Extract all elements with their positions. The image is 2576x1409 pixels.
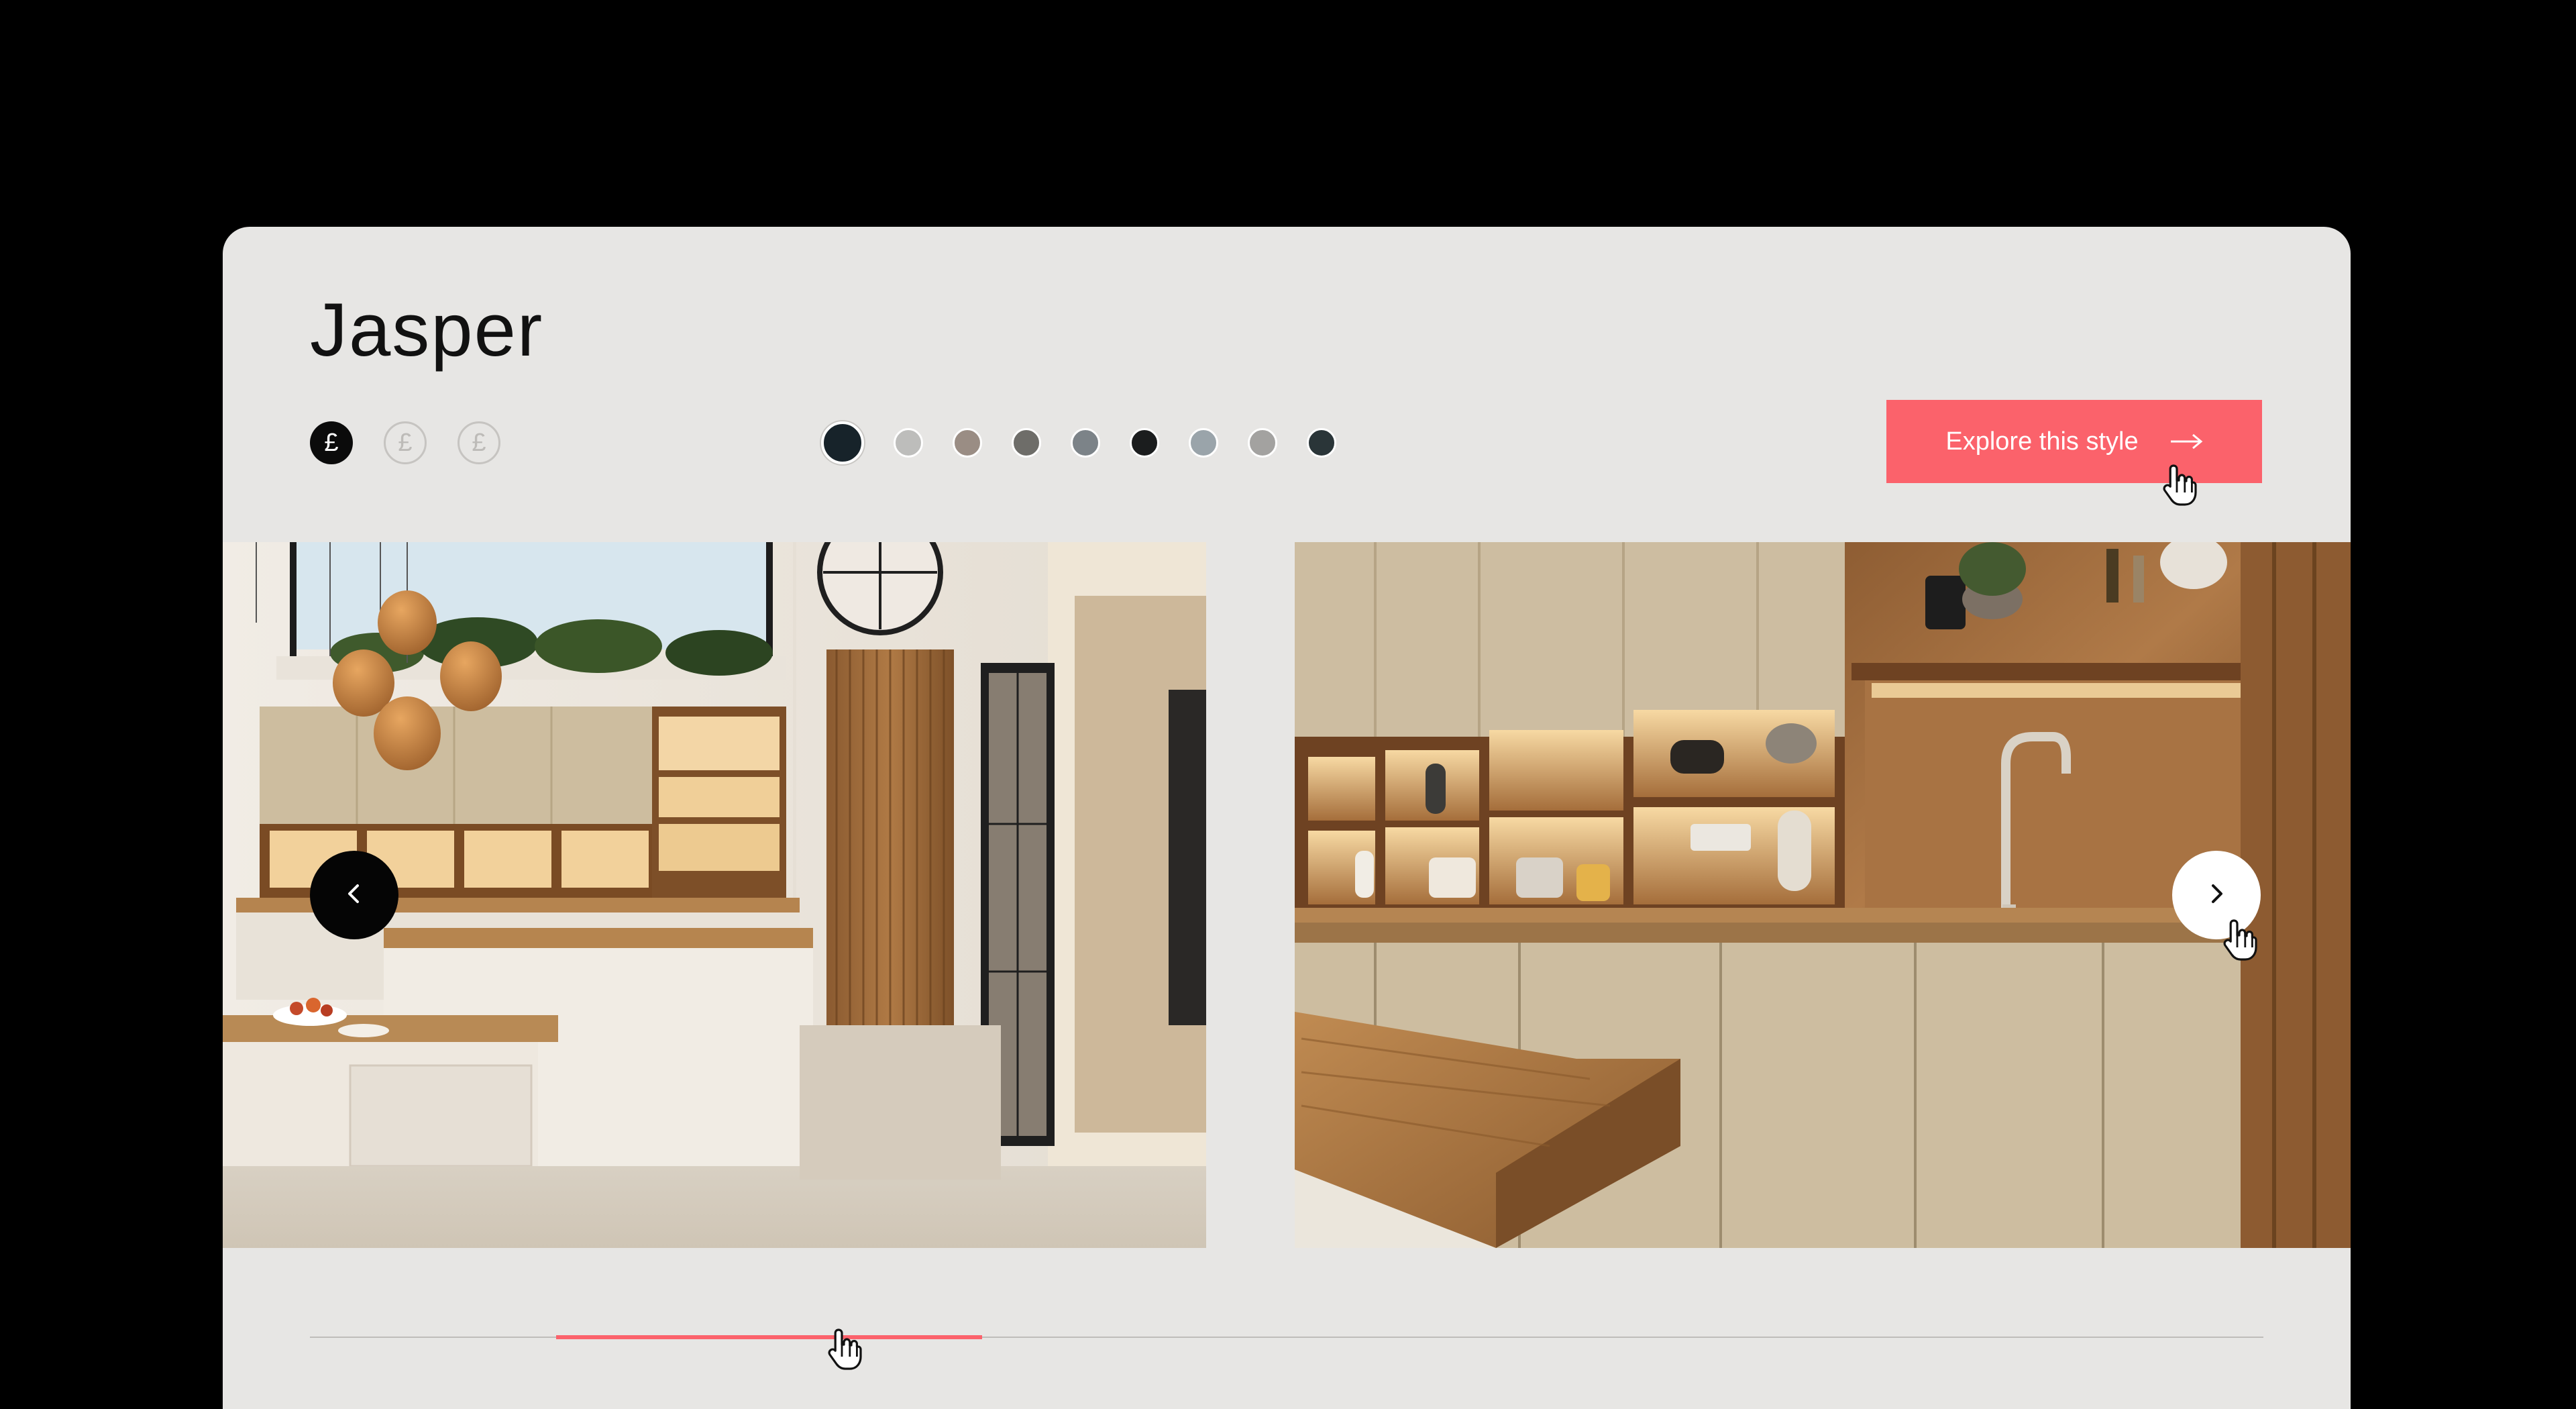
price-level-indicator: £ £ £	[310, 421, 500, 464]
price-level-2: £	[384, 421, 427, 464]
explore-style-label: Explore this style	[1945, 427, 2139, 456]
colour-swatch-4[interactable]	[1012, 428, 1041, 458]
colour-swatch-9[interactable]	[1307, 428, 1336, 458]
style-card: Jasper £ £ £ Explore this style	[223, 227, 2351, 1409]
colour-swatch-2[interactable]	[894, 428, 923, 458]
colour-swatch-8[interactable]	[1248, 428, 1277, 458]
carousel-scrollbar-thumb[interactable]	[555, 1335, 982, 1339]
colour-swatch-1[interactable]	[821, 421, 864, 464]
hand-cursor-icon	[2222, 918, 2258, 962]
arrow-right-icon	[2169, 433, 2203, 450]
colour-swatch-7[interactable]	[1189, 428, 1218, 458]
chevron-right-icon	[2204, 882, 2229, 909]
colour-swatch-5[interactable]	[1071, 428, 1100, 458]
carousel-prev-button[interactable]	[310, 851, 398, 939]
explore-style-button[interactable]: Explore this style	[1886, 400, 2262, 483]
hand-cursor-icon	[2161, 463, 2198, 507]
price-level-1: £	[310, 421, 353, 464]
carousel-scrollbar[interactable]	[310, 1335, 2263, 1339]
hand-cursor-icon	[826, 1327, 863, 1371]
chevron-left-icon	[342, 882, 366, 909]
colour-swatch-3[interactable]	[953, 428, 982, 458]
colour-swatches	[821, 421, 1336, 464]
colour-swatch-6[interactable]	[1130, 428, 1159, 458]
price-level-3: £	[458, 421, 500, 464]
style-title: Jasper	[310, 288, 544, 372]
